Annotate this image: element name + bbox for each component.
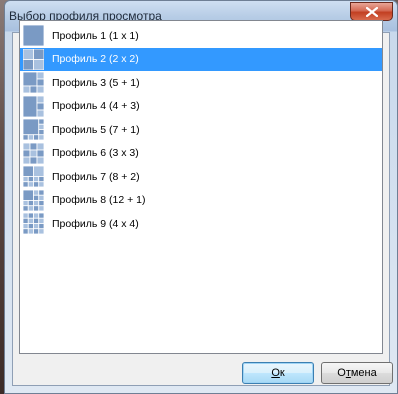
layout-grid-icon	[23, 142, 44, 164]
close-icon	[365, 6, 378, 17]
profile-list-item[interactable]: Профиль 5 (7 + 1)	[20, 118, 382, 142]
profile-list-item[interactable]: Профиль 4 (4 + 3)	[20, 95, 382, 119]
layout-grid-icon	[23, 25, 44, 47]
profile-label: Профиль 7 (8 + 2)	[52, 170, 140, 183]
profile-list-item[interactable]: Профиль 3 (5 + 1)	[20, 71, 382, 95]
layout-grid-icon	[23, 48, 44, 70]
layout-grid-icon	[23, 72, 44, 94]
profile-list-item[interactable]: Профиль 8 (12 + 1)	[20, 189, 382, 213]
profile-label: Профиль 5 (7 + 1)	[52, 123, 140, 136]
profile-label: Профиль 4 (4 + 3)	[52, 100, 140, 113]
layout-grid-icon	[23, 95, 44, 117]
ok-button[interactable]: Ок	[242, 362, 314, 384]
layout-grid-icon	[23, 189, 44, 211]
layout-grid-icon	[23, 166, 44, 188]
close-button[interactable]	[350, 2, 393, 21]
profile-list-item[interactable]: Профиль 2 (2 x 2)	[20, 47, 382, 71]
profile-label: Профиль 8 (12 + 1)	[52, 194, 146, 207]
profile-list-item[interactable]: Профиль 1 (1 x 1)	[20, 24, 382, 48]
profile-list-item[interactable]: Профиль 9 (4 x 4)	[20, 212, 382, 236]
profile-label: Профиль 2 (2 x 2)	[52, 53, 139, 66]
profile-list[interactable]: Профиль 1 (1 x 1) Профиль 2 (2 x 2) Профил…	[19, 20, 383, 354]
profile-label: Профиль 9 (4 x 4)	[52, 217, 139, 230]
profile-dialog: Выбор профиля просмотра Профиль 1 (1 x 1…	[4, 0, 398, 394]
profile-label: Профиль 6 (3 x 3)	[52, 147, 139, 160]
profile-label: Профиль 1 (1 x 1)	[52, 29, 139, 42]
layout-grid-icon	[23, 119, 44, 141]
profile-list-item[interactable]: Профиль 6 (3 x 3)	[20, 142, 382, 166]
profile-label: Профиль 3 (5 + 1)	[52, 76, 140, 89]
layout-grid-icon	[23, 213, 44, 235]
cancel-button[interactable]: От мена	[321, 362, 393, 384]
profile-list-item[interactable]: Профиль 7 (8 + 2)	[20, 165, 382, 189]
